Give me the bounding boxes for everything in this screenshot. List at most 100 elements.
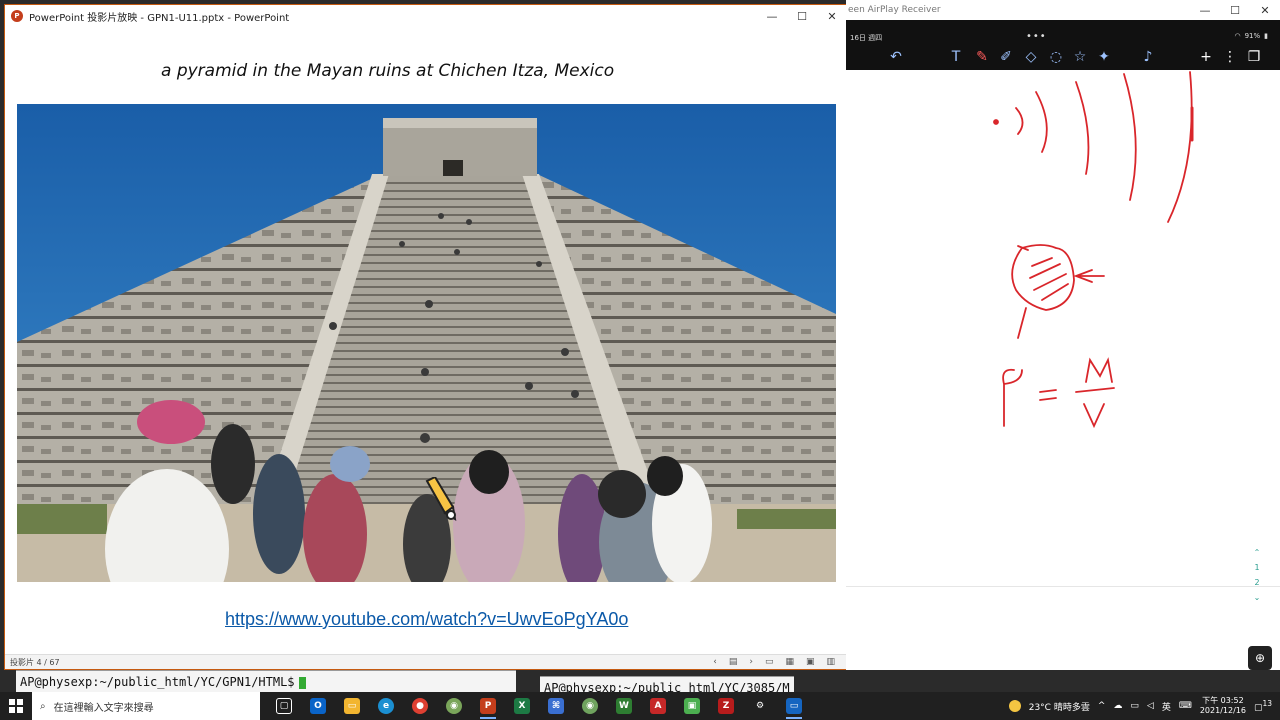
more-vert-icon[interactable]: ⋮	[1220, 47, 1240, 67]
powerpoint-icon: P	[11, 10, 23, 22]
page-nav: ⌃ 1 2 ⌄	[1250, 548, 1264, 602]
clock[interactable]: 下午 03:52 2021/12/16	[1200, 696, 1246, 716]
battery-level: 91%	[1244, 32, 1261, 40]
taskbar: ⌕ 在這裡輸入文字來搜尋 ▢ O ▭ e ● ◉ P X ⌘ ◉ W A ▣ Z…	[0, 692, 1280, 720]
shape-tool-icon[interactable]: ☆	[1070, 47, 1090, 67]
cloud-icon[interactable]: ☁	[1113, 701, 1122, 711]
drawing-canvas[interactable]	[846, 70, 1280, 670]
zoom-icon[interactable]: ⊕	[1248, 646, 1272, 670]
sorter-view-icon[interactable]: ▦	[785, 657, 794, 667]
pen-cursor-icon	[425, 477, 457, 521]
tray-overflow-icon[interactable]: ^	[1098, 701, 1106, 711]
search-placeholder: 在這裡輸入文字來搜尋	[53, 702, 154, 714]
edge-icon[interactable]: e	[370, 692, 402, 720]
fraction-bar	[1075, 387, 1115, 393]
excel-icon[interactable]: X	[506, 692, 538, 720]
next-slide-icon[interactable]: ›	[749, 657, 753, 667]
wave-arc-4	[1123, 73, 1137, 201]
ppt-statusbar: 投影片 4 / 67 ‹ ▤ › ▭ ▦ ▣ ▥	[5, 654, 847, 669]
add-page-icon[interactable]: +	[1196, 47, 1216, 67]
wave-arc-3	[1075, 81, 1090, 175]
network-icon[interactable]: ▭	[1130, 701, 1139, 711]
slide[interactable]: a pyramid in the Mayan ruins at Chichen …	[7, 27, 845, 655]
undo-icon[interactable]: ↶	[886, 47, 906, 67]
maximize-button[interactable]: ☐	[1220, 0, 1250, 21]
taskbar-search[interactable]: ⌕ 在這裡輸入文字來搜尋	[32, 692, 260, 720]
airplay-titlebar[interactable]: een AirPlay Receiver — ☐ ✕	[846, 0, 1280, 20]
airplay-taskbar-icon[interactable]: ▭	[778, 692, 810, 720]
arrow-in	[1073, 269, 1105, 283]
slide-menu-icon[interactable]: ▤	[729, 657, 738, 667]
close-button[interactable]: ✕	[817, 5, 847, 27]
wave-source-dot	[993, 119, 999, 125]
pen-tool-icon[interactable]: ✎	[972, 47, 992, 67]
app-icon-2[interactable]: ◉	[574, 692, 606, 720]
equals-symbol	[1039, 389, 1057, 401]
system-tray: 23°C 晴時多雲 ^ ☁ ▭ ◁ 英 ⌨ 下午 03:52 2021/12/1…	[1008, 696, 1280, 716]
settings-icon[interactable]: ⚙	[744, 692, 776, 720]
eraser-icon[interactable]: ◇	[1021, 47, 1041, 67]
desktop: AP@physexp:~/public_html/YC/GPN1/HTML$ A…	[0, 0, 1280, 720]
rho-symbol	[1002, 368, 1023, 427]
clock-date: 2021/12/16	[1199, 706, 1246, 715]
volume-V	[1083, 403, 1105, 429]
slide-title: a pyramid in the Mayan ruins at Chichen …	[161, 61, 615, 81]
highlighter-icon[interactable]: ✐	[996, 47, 1016, 67]
youtube-link[interactable]: https://www.youtube.com/watch?v=UwvEoPgY…	[225, 609, 628, 630]
maximize-button[interactable]: ☐	[787, 5, 817, 27]
acrobat-icon[interactable]: A	[642, 692, 674, 720]
weather-icon	[1008, 700, 1021, 712]
wave-arc-2	[1035, 91, 1048, 153]
windows-logo-icon	[9, 699, 23, 713]
printer-app-icon[interactable]: ▣	[676, 692, 708, 720]
page-number-1[interactable]: 1	[1254, 563, 1259, 572]
filezilla-icon[interactable]: Z	[710, 692, 742, 720]
text-tool-icon[interactable]: T	[946, 47, 966, 67]
notification-count: 13	[1262, 699, 1272, 708]
more-dots-icon[interactable]: •••	[1026, 31, 1047, 42]
chrome-icon[interactable]: ●	[404, 692, 436, 720]
laser-pointer-icon[interactable]: ✦	[1094, 47, 1114, 67]
airplay-title: een AirPlay Receiver	[848, 5, 941, 15]
prev-slide-icon[interactable]: ‹	[713, 657, 717, 667]
network-app-icon[interactable]: ⌘	[540, 692, 572, 720]
minimize-button[interactable]: —	[1190, 0, 1220, 21]
wave-arc-1	[1015, 107, 1024, 135]
ppt-titlebar[interactable]: P PowerPoint 投影片放映 - GPN1-U11.pptx - Pow…	[5, 5, 847, 27]
volume-icon[interactable]: ◁	[1147, 701, 1154, 711]
page-down-icon[interactable]: ⌄	[1254, 593, 1261, 602]
powerpoint-window: P PowerPoint 投影片放映 - GPN1-U11.pptx - Pow…	[4, 4, 848, 670]
start-button[interactable]	[0, 692, 32, 720]
weather-text[interactable]: 23°C 晴時多雲	[1029, 700, 1090, 713]
tablet-status: ◠ 91% ▮	[1234, 32, 1268, 40]
microphone-icon[interactable]: ♪	[1138, 47, 1158, 67]
notification-icon[interactable]: ▢13	[1254, 699, 1272, 713]
page-up-icon[interactable]: ⌃	[1254, 548, 1261, 557]
wifi-icon: ◠	[1234, 32, 1241, 40]
slideshow-view-icon[interactable]: ▥	[826, 657, 835, 667]
normal-view-icon[interactable]: ▭	[765, 657, 774, 667]
pages-icon[interactable]: ❐	[1244, 47, 1264, 67]
battery-icon: ▮	[1264, 32, 1268, 40]
terminal-window-left[interactable]: AP@physexp:~/public_html/YC/GPN1/HTML$	[16, 670, 516, 692]
powerpoint-taskbar-icon[interactable]: P	[472, 692, 504, 720]
ime-icon[interactable]: ⌨	[1179, 701, 1192, 711]
outlook-icon[interactable]: O	[302, 692, 334, 720]
app-icon-1[interactable]: ◉	[438, 692, 470, 720]
ppt-window-title: PowerPoint 投影片放映 - GPN1-U11.pptx - Power…	[29, 12, 290, 24]
reading-view-icon[interactable]: ▣	[806, 657, 815, 667]
slide-counter: 投影片 4 / 67	[10, 657, 60, 667]
close-button[interactable]: ✕	[1250, 0, 1280, 21]
airplay-window: een AirPlay Receiver — ☐ ✕ 16日 週四 ••• ◠ …	[846, 0, 1280, 670]
wave-arc-5	[1167, 71, 1193, 223]
file-explorer-icon[interactable]: ▭	[336, 692, 368, 720]
arrow-tail	[1017, 307, 1027, 339]
lasso-icon[interactable]: ◌	[1046, 47, 1066, 67]
minimize-button[interactable]: —	[757, 5, 787, 27]
input-language[interactable]: 英	[1162, 700, 1171, 713]
page-divider	[846, 586, 1280, 587]
mass-M	[1085, 357, 1113, 383]
writer-icon[interactable]: W	[608, 692, 640, 720]
task-view-icon[interactable]: ▢	[268, 692, 300, 720]
page-number-2[interactable]: 2	[1254, 578, 1259, 587]
